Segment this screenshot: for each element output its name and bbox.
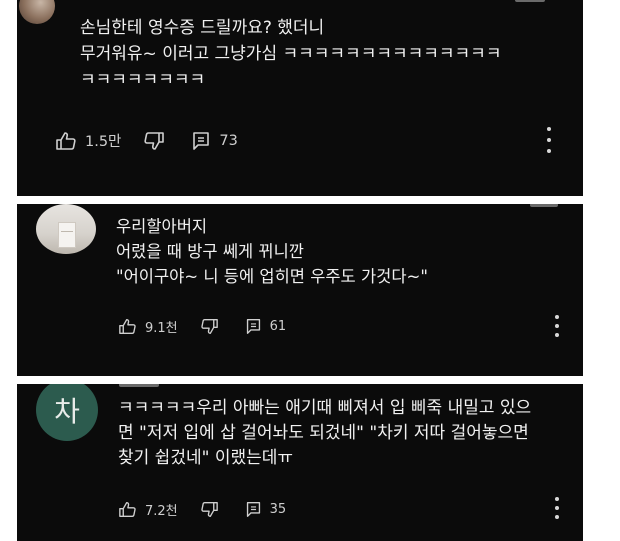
like-count: 7.2천 (145, 504, 178, 519)
like-button[interactable]: 9.1천 (118, 317, 178, 336)
comment-line: 어렸을 때 방구 쎄게 뀌니깐 (116, 242, 304, 261)
reply-count: 61 (269, 319, 287, 334)
more-vertical-icon[interactable] (551, 315, 563, 337)
comment-line: "어이구야~ 니 등에 업히면 우주도 가것다~" (116, 267, 428, 286)
reply-button[interactable]: 73 (191, 131, 238, 151)
comment-line: 무거워유~ 이러고 그냥가심 ㅋㅋㅋㅋㅋㅋㅋㅋㅋㅋㅋㅋㅋㅋ (80, 44, 502, 64)
like-count: 1.5만 (85, 134, 122, 150)
thumbs-up-icon (56, 131, 76, 150)
more-vertical-icon[interactable] (543, 127, 555, 153)
like-button[interactable]: 7.2천 (118, 500, 178, 519)
dislike-button[interactable] (143, 131, 165, 151)
comment-line: 손님한테 영수증 드릴까요? 했더니 (80, 18, 325, 38)
avatar[interactable]: 차 (36, 384, 98, 441)
reply-count: 73 (219, 132, 238, 149)
reply-button[interactable]: 61 (245, 318, 287, 335)
reply-count: 35 (269, 502, 287, 517)
thumbs-up-icon (119, 319, 136, 334)
comment-line: ㅋㅋㅋㅋㅋㅋㅋㅋ (80, 70, 206, 90)
avatar-image-detail (58, 222, 76, 248)
avatar-letter: 차 (54, 395, 80, 428)
like-count: 9.1천 (145, 321, 178, 336)
thumbs-up-icon (119, 502, 136, 517)
comment-actions: 9.1천 61 (118, 317, 286, 336)
avatar[interactable] (19, 0, 55, 24)
comment-card: 차 ㅋㅋㅋㅋㅋ우리 아빠는 애기때 삐져서 입 삐죽 내밀고 있으 면 "저저 … (17, 384, 583, 541)
cropped-header-stub (119, 384, 159, 387)
like-button[interactable]: 1.5만 (55, 130, 121, 151)
comment-text: ㅋㅋㅋㅋㅋ우리 아빠는 애기때 삐져서 입 삐죽 내밀고 있으 면 "저저 입에… (118, 396, 531, 471)
dislike-button[interactable] (200, 501, 219, 518)
reply-comment-icon (246, 319, 260, 334)
cropped-header-stub (515, 0, 545, 2)
more-vertical-icon[interactable] (551, 497, 563, 519)
comment-text: 손님한테 영수증 드릴까요? 했더니 무거워유~ 이러고 그냥가심 ㅋㅋㅋㅋㅋㅋ… (80, 15, 501, 93)
reply-comment-icon (246, 502, 260, 517)
thumbs-down-icon (144, 131, 165, 150)
reply-button[interactable]: 35 (245, 501, 287, 518)
avatar[interactable] (36, 204, 96, 254)
thumbs-down-icon (200, 502, 218, 517)
dislike-button[interactable] (200, 318, 219, 335)
comment-actions: 7.2천 35 (118, 500, 286, 519)
comment-line: 찾기 쉽겄네" 이랬는데ㅠ (118, 448, 294, 468)
comment-card: 우리할아버지 어렸을 때 방구 쎄게 뀌니깐 "어이구야~ 니 등에 업히면 우… (17, 204, 583, 376)
comment-line: ㅋㅋㅋㅋㅋ우리 아빠는 애기때 삐져서 입 삐죽 내밀고 있으 (118, 398, 532, 418)
comment-card: 손님한테 영수증 드릴까요? 했더니 무거워유~ 이러고 그냥가심 ㅋㅋㅋㅋㅋㅋ… (17, 0, 583, 196)
cropped-header-stub (530, 204, 558, 207)
thumbs-down-icon (200, 319, 218, 334)
comment-line: 우리할아버지 (116, 217, 208, 236)
comment-actions: 1.5만 73 (55, 130, 238, 151)
reply-comment-icon (193, 131, 210, 150)
comment-line: 면 "저저 입에 삽 걸어놔도 되겄네" "차키 저따 걸어놓으면 (118, 423, 529, 443)
comment-text: 우리할아버지 어렸을 때 방구 쎄게 뀌니깐 "어이구야~ 니 등에 업히면 우… (116, 214, 428, 289)
